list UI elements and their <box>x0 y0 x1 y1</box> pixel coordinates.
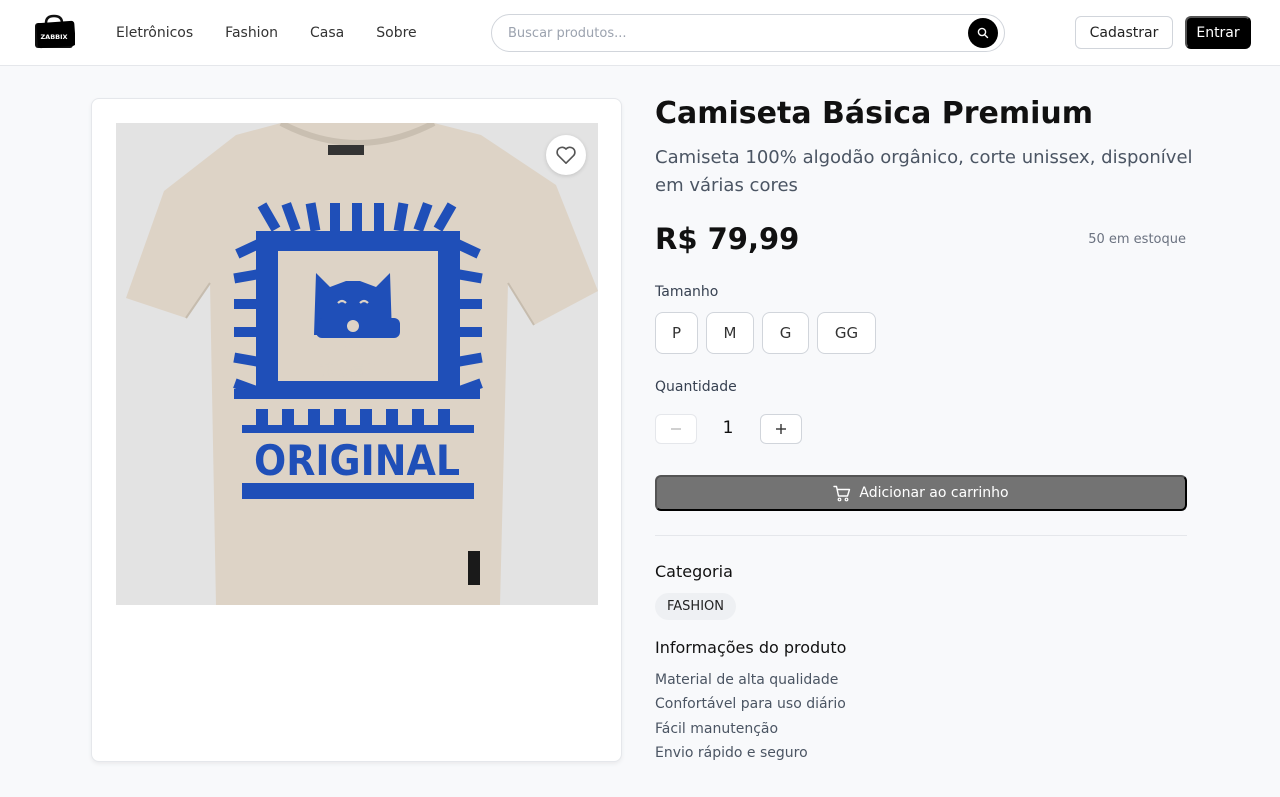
nav-fashion[interactable]: Fashion <box>225 25 278 41</box>
quantity-decrease-button[interactable] <box>655 414 697 444</box>
product-info-title: Informações do produto <box>655 638 847 657</box>
register-button[interactable]: Cadastrar <box>1075 16 1173 49</box>
nav-sobre[interactable]: Sobre <box>376 25 416 41</box>
size-option-m[interactable]: M <box>706 312 754 354</box>
minus-icon <box>671 428 681 430</box>
product-title: Camiseta Básica Premium <box>655 96 1094 131</box>
print-brand-text: KIIKII <box>343 342 371 352</box>
size-label: Tamanho <box>655 284 719 300</box>
tshirt-image: KIIKII 神を信じる ORIGINAL <box>116 123 598 605</box>
nav-casa[interactable]: Casa <box>310 25 344 41</box>
nav-eletronicos[interactable]: Eletrônicos <box>116 25 193 41</box>
product-image: KIIKII 神を信じる ORIGINAL <box>116 123 598 605</box>
size-option-p[interactable]: P <box>655 312 698 354</box>
cart-icon <box>833 485 851 501</box>
product-price: R$ 79,99 <box>655 222 800 256</box>
login-button[interactable]: Entrar <box>1185 16 1251 49</box>
quantity-increase-button[interactable] <box>760 414 802 444</box>
list-item: Envio rápido e seguro <box>655 744 808 761</box>
favorite-button[interactable] <box>546 135 586 175</box>
add-to-cart-button[interactable]: Adicionar ao carrinho <box>655 475 1187 511</box>
plus-icon <box>776 424 786 434</box>
category-badge[interactable]: FASHION <box>655 593 736 620</box>
product-image-card: KIIKII 神を信じる ORIGINAL <box>91 98 622 762</box>
product-description: Camiseta 100% algodão orgânico, corte un… <box>655 147 1193 196</box>
top-header: ZABBIX Eletrônicos Fashion Casa Sobre Ca… <box>0 0 1280 66</box>
list-item: Confortável para uso diário <box>655 696 846 713</box>
category-title: Categoria <box>655 562 733 581</box>
search-icon <box>977 27 989 39</box>
size-selector: P M G GG <box>655 312 876 354</box>
add-to-cart-label: Adicionar ao carrinho <box>859 485 1009 501</box>
size-option-gg[interactable]: GG <box>817 312 876 354</box>
heart-icon <box>556 146 576 164</box>
list-item: Fácil manutenção <box>655 720 779 737</box>
section-divider <box>655 535 1187 536</box>
search-input[interactable] <box>508 15 948 51</box>
quantity-value: 1 <box>722 418 734 438</box>
search-bar <box>491 14 1005 52</box>
search-button[interactable] <box>968 18 998 48</box>
list-item: Material de alta qualidade <box>655 672 839 688</box>
logo-text: ZABBIX <box>40 33 67 41</box>
store-logo[interactable]: ZABBIX <box>33 14 76 50</box>
size-option-g[interactable]: G <box>762 312 809 354</box>
product-info-list: Material de alta qualidade Confortável p… <box>655 668 846 765</box>
stock-count: 50 em estoque <box>1088 232 1186 247</box>
shopping-bag-logo-icon: ZABBIX <box>35 14 76 49</box>
print-japanese-text: 神を信じる <box>319 361 394 379</box>
quantity-label: Quantidade <box>655 379 737 395</box>
main-nav: Eletrônicos Fashion Casa Sobre <box>116 0 449 66</box>
print-original-text: ORIGINAL <box>254 436 460 485</box>
